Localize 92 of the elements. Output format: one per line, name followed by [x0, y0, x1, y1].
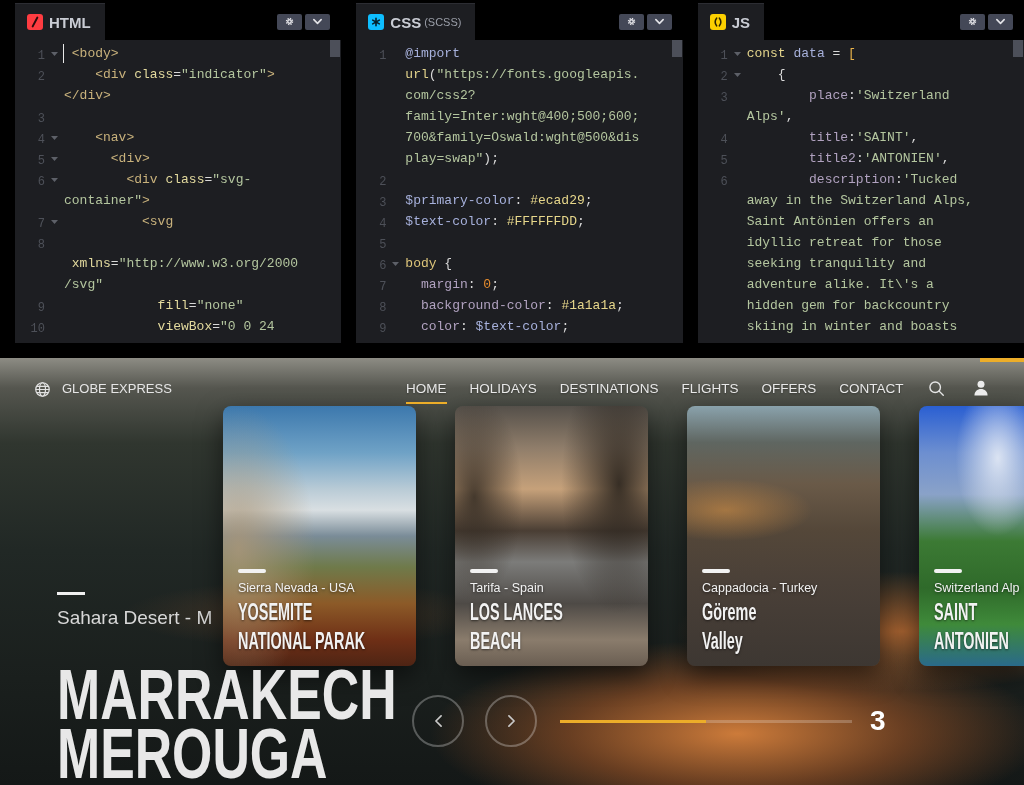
scrollbar-thumb[interactable]	[671, 40, 682, 57]
hero-title: MARRAKECH	[57, 668, 397, 723]
card-location: Cappadocia - Turkey	[702, 580, 818, 596]
card-title: LOS LANCES	[470, 601, 563, 622]
next-button[interactable]	[485, 695, 537, 747]
nav-link[interactable]: FLIGHTS	[681, 381, 739, 404]
card-title: ANTONIEN	[934, 630, 1009, 651]
chevron-left-icon	[434, 715, 442, 727]
fold-arrow-icon[interactable]	[51, 51, 58, 56]
accent-dash	[57, 592, 85, 595]
code-line: margin: 0;	[419, 276, 499, 294]
code-line: const data = [	[746, 45, 856, 63]
accent-dash	[238, 569, 266, 573]
fold-arrow-icon[interactable]	[51, 219, 58, 224]
fold-arrow-icon[interactable]	[733, 51, 741, 56]
code-line: $primary-color: #ecad29;	[405, 192, 593, 210]
chevron-right-icon	[507, 715, 515, 727]
card-title: SAINT	[934, 601, 978, 622]
previous-button[interactable]	[412, 695, 464, 747]
fold-arrow-icon[interactable]	[733, 72, 741, 77]
code-line: description:'Tucked away in the Switzerland Alps, Saint Antönien offers an idyllic retreat for those seeking tranquility and adventure alike. It\'s a hidden gem for backcountry skiing in winter and boasts	[746, 171, 973, 336]
code-line: background-color: #1a1a1a;	[419, 297, 624, 315]
card-title: YOSEMITE	[238, 601, 313, 622]
dropdown-button[interactable]	[305, 13, 331, 30]
editor-tab[interactable]: HTML	[15, 3, 105, 40]
destination-card[interactable]: Tarifa - Spain LOS LANCES BEACH	[455, 406, 648, 666]
card-location: Sierra Nevada - USA	[238, 580, 355, 596]
scrollbar-thumb[interactable]	[1013, 40, 1023, 57]
globe-icon	[35, 381, 50, 397]
destination-card[interactable]: Switzerland Alp SAINT ANTONIEN	[919, 406, 1024, 666]
hero-location: Sahara Desert - M	[57, 606, 213, 630]
code-editor[interactable]	[356, 40, 683, 343]
gear-icon	[968, 17, 977, 26]
destination-card[interactable]: Cappadocia - Turkey Göreme Valley	[687, 406, 880, 666]
scrollbar-thumb[interactable]	[330, 40, 341, 57]
parentheses-icon	[709, 14, 726, 30]
nav-link[interactable]: DESTINATIONS	[559, 381, 659, 404]
dropdown-button[interactable]	[988, 13, 1013, 30]
user-icon[interactable]	[973, 380, 988, 396]
card-title: NATIONAL PARAK	[238, 630, 366, 651]
nav-link[interactable]: CONTACT	[839, 381, 904, 404]
code-line: title:'SAINT',	[808, 129, 919, 147]
slash-icon	[27, 14, 43, 30]
code-line: <div class="svg- container">	[64, 171, 252, 210]
settings-button[interactable]	[960, 13, 985, 30]
settings-button[interactable]	[277, 13, 303, 30]
fold-arrow-icon[interactable]	[392, 261, 400, 266]
chevron-down-icon	[654, 17, 664, 26]
code-line: $text-color: #FFFFFFDD;	[405, 213, 585, 231]
accent-dash	[934, 569, 962, 573]
code-line: {	[776, 66, 786, 84]
code-line: title2:'ANTONIEN',	[808, 150, 950, 168]
hero-title: MEROUGA	[57, 726, 328, 782]
code-line: xmlns="http://www.w3.org/2000 /svg"	[64, 255, 299, 294]
destination-card[interactable]: Sierra Nevada - USA YOSEMITE NATIONAL PARAK	[223, 406, 416, 666]
accent-dash	[702, 569, 730, 573]
code-line: <div class="indicator"> </div>	[64, 66, 275, 105]
gear-icon	[626, 17, 636, 26]
code-line: <body>	[70, 45, 119, 63]
brand-name[interactable]: GLOBE EXPRESS	[62, 381, 172, 397]
card-title: Göreme	[702, 601, 757, 622]
code-line: <svg	[141, 213, 174, 231]
chevron-down-icon	[313, 17, 323, 26]
code-line: place:'Switzerland Alps',	[746, 87, 950, 126]
asterisk-icon	[368, 14, 385, 30]
editor-tab[interactable]: CSS (SCSS)	[356, 3, 476, 40]
fold-arrow-icon[interactable]	[51, 135, 58, 140]
fold-arrow-icon[interactable]	[51, 156, 58, 161]
dropdown-button[interactable]	[646, 13, 672, 30]
nav-link[interactable]: HOME	[406, 381, 447, 404]
fold-arrow-icon[interactable]	[51, 177, 58, 182]
card-title: BEACH	[470, 630, 522, 651]
card-location: Tarifa - Spain	[470, 580, 544, 596]
gear-icon	[285, 17, 295, 26]
code-editor[interactable]	[697, 40, 1024, 343]
code-line: @import url("https://fonts.googleapis. com/css2? family=Inter:wght@400;500;600; 700&family=Oswald:wght@500&dis play=swap");	[405, 45, 640, 168]
settings-button[interactable]	[618, 13, 644, 30]
code-line: body {	[405, 255, 453, 273]
editor-tab[interactable]: JS	[697, 3, 764, 40]
nav-link[interactable]: HOLIDAYS	[469, 381, 537, 404]
code-line: <div>	[109, 150, 150, 168]
search-icon[interactable]	[928, 381, 944, 396]
slide-number: 3	[870, 705, 886, 737]
indicator-bar	[980, 358, 1024, 362]
code-line: fill="none"	[156, 297, 244, 315]
chevron-down-icon	[996, 17, 1005, 26]
code-line: color: $text-color;	[419, 318, 570, 336]
accent-dash	[470, 569, 498, 573]
card-location: Switzerland Alp	[934, 580, 1020, 596]
code-line: <nav>	[94, 129, 135, 147]
code-line: viewBox="0 0 24	[156, 318, 275, 336]
nav-link[interactable]: OFFERS	[761, 381, 817, 404]
